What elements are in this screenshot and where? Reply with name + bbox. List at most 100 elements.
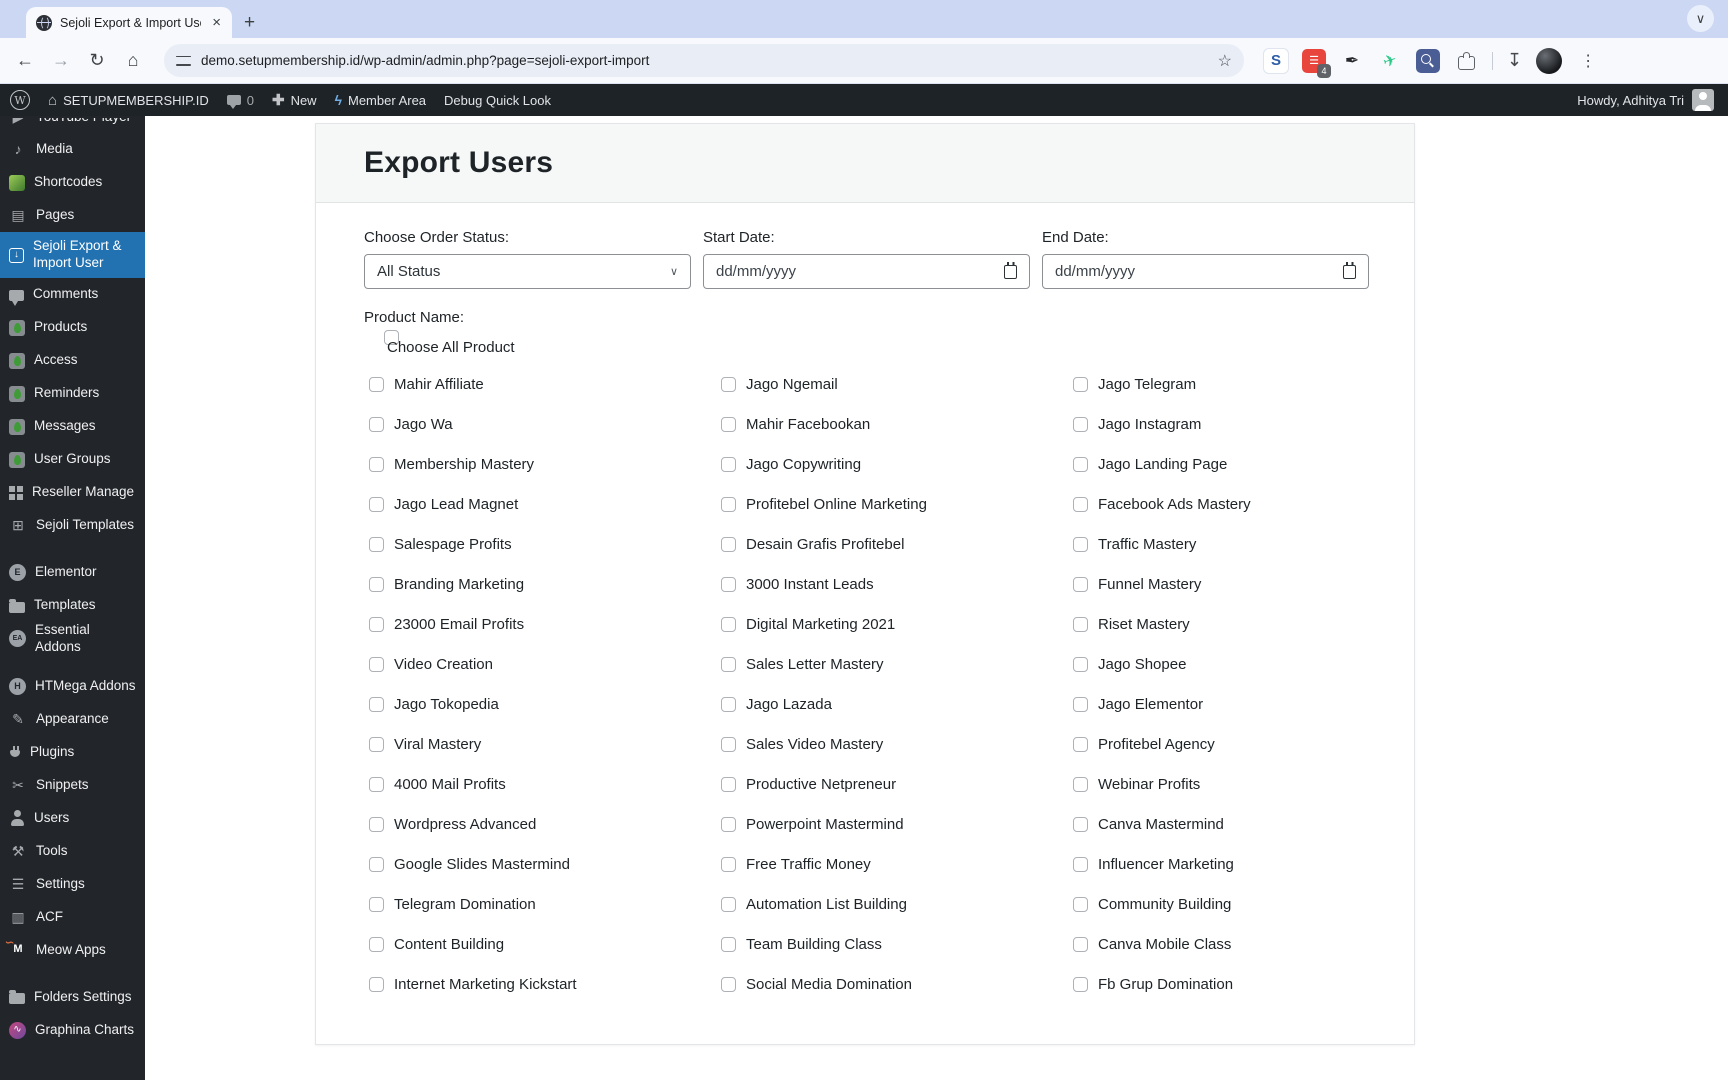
sidebar-item-shortcodes[interactable]: Shortcodes bbox=[0, 166, 145, 199]
sidebar-item-elementor[interactable]: E Elementor bbox=[0, 556, 145, 589]
product-item-membership-mastery[interactable]: Membership Mastery bbox=[364, 444, 716, 484]
sidebar-item-meow-apps[interactable]: M Meow Apps bbox=[0, 934, 145, 967]
admin-bar-comments[interactable]: 0 bbox=[226, 93, 254, 109]
product-item-wordpress-advanced[interactable]: Wordpress Advanced bbox=[364, 804, 716, 844]
product-checkbox[interactable] bbox=[369, 616, 384, 632]
sidebar-item-folders-settings[interactable]: Folders Settings bbox=[0, 981, 145, 1014]
product-checkbox[interactable] bbox=[721, 696, 736, 712]
home-icon[interactable]: ⌂ bbox=[122, 50, 144, 71]
product-item-profitebel-online-marketing[interactable]: Profitebel Online Marketing bbox=[716, 484, 1068, 524]
product-checkbox[interactable] bbox=[1073, 816, 1088, 832]
product-checkbox[interactable] bbox=[721, 776, 736, 792]
product-item-digital-marketing-2021[interactable]: Digital Marketing 2021 bbox=[716, 604, 1068, 644]
product-item-facebook-ads-mastery[interactable]: Facebook Ads Mastery bbox=[1068, 484, 1420, 524]
product-item-mahir-affiliate[interactable]: Mahir Affiliate bbox=[364, 364, 716, 404]
product-checkbox[interactable] bbox=[1073, 456, 1088, 472]
sidebar-item-media[interactable]: ♪ Media bbox=[0, 133, 145, 166]
product-item-jago-lead-magnet[interactable]: Jago Lead Magnet bbox=[364, 484, 716, 524]
tab-search-chevron-icon[interactable]: ∨ bbox=[1687, 5, 1714, 32]
product-item-sales-letter-mastery[interactable]: Sales Letter Mastery bbox=[716, 644, 1068, 684]
product-item-jago-shopee[interactable]: Jago Shopee bbox=[1068, 644, 1420, 684]
product-checkbox[interactable] bbox=[369, 776, 384, 792]
end-date-input[interactable]: dd/mm/yyyy bbox=[1042, 254, 1369, 289]
product-item-team-building-class[interactable]: Team Building Class bbox=[716, 924, 1068, 964]
product-checkbox[interactable] bbox=[369, 376, 384, 392]
product-item-mahir-facebookan[interactable]: Mahir Facebookan bbox=[716, 404, 1068, 444]
product-item-jago-telegram[interactable]: Jago Telegram bbox=[1068, 364, 1420, 404]
admin-bar-new[interactable]: ✚ New bbox=[272, 91, 317, 109]
product-item-google-slides-mastermind[interactable]: Google Slides Mastermind bbox=[364, 844, 716, 884]
forward-icon[interactable]: → bbox=[50, 50, 72, 71]
sidebar-item-graphina-charts[interactable]: ∿ Graphina Charts bbox=[0, 1014, 145, 1047]
product-item-funnel-mastery[interactable]: Funnel Mastery bbox=[1068, 564, 1420, 604]
product-item-traffic-mastery[interactable]: Traffic Mastery bbox=[1068, 524, 1420, 564]
product-checkbox[interactable] bbox=[721, 376, 736, 392]
product-checkbox[interactable] bbox=[721, 496, 736, 512]
product-checkbox[interactable] bbox=[1073, 496, 1088, 512]
product-checkbox[interactable] bbox=[369, 456, 384, 472]
order-status-select[interactable]: All Status ∨ bbox=[364, 254, 691, 289]
sidebar-item-products[interactable]: Products bbox=[0, 311, 145, 344]
product-checkbox[interactable] bbox=[1073, 936, 1088, 952]
sidebar-item-messages[interactable]: Messages bbox=[0, 410, 145, 443]
sidebar-item-appearance[interactable]: ✎ Appearance bbox=[0, 703, 145, 736]
product-checkbox[interactable] bbox=[721, 456, 736, 472]
product-item-webinar-profits[interactable]: Webinar Profits bbox=[1068, 764, 1420, 804]
product-item-profitebel-agency[interactable]: Profitebel Agency bbox=[1068, 724, 1420, 764]
sidebar-item-acf[interactable]: ▥ ACF bbox=[0, 901, 145, 934]
sidebar-item-pages[interactable]: ▤ Pages bbox=[0, 199, 145, 232]
tab-close-icon[interactable]: × bbox=[209, 15, 224, 30]
wp-logo[interactable]: W bbox=[10, 90, 30, 110]
sidebar-item-templates[interactable]: Templates bbox=[0, 589, 145, 622]
product-checkbox[interactable] bbox=[721, 936, 736, 952]
sidebar-item-user-groups[interactable]: User Groups bbox=[0, 443, 145, 476]
product-checkbox[interactable] bbox=[1073, 536, 1088, 552]
calendar-icon[interactable] bbox=[1343, 261, 1356, 279]
browser-tab[interactable]: Sejoli Export & Import User ‹ × bbox=[26, 7, 232, 38]
new-tab-button[interactable]: + bbox=[244, 12, 255, 38]
admin-bar-howdy[interactable]: Howdy, Adhitya Tri bbox=[1577, 93, 1684, 108]
product-item-canva-mastermind[interactable]: Canva Mastermind bbox=[1068, 804, 1420, 844]
admin-bar-site-name[interactable]: ⌂ SETUPMEMBERSHIP.ID bbox=[48, 92, 209, 109]
product-checkbox[interactable] bbox=[1073, 696, 1088, 712]
product-checkbox[interactable] bbox=[369, 976, 384, 992]
product-checkbox[interactable] bbox=[369, 896, 384, 912]
product-checkbox[interactable] bbox=[369, 936, 384, 952]
product-checkbox[interactable] bbox=[721, 416, 736, 432]
extensions-puzzle-icon[interactable] bbox=[1454, 49, 1478, 73]
product-checkbox[interactable] bbox=[369, 656, 384, 672]
product-checkbox[interactable] bbox=[369, 856, 384, 872]
product-checkbox[interactable] bbox=[1073, 656, 1088, 672]
product-checkbox[interactable] bbox=[721, 896, 736, 912]
sidebar-item-tools[interactable]: ⚒ Tools bbox=[0, 835, 145, 868]
product-item-4000-mail-profits[interactable]: 4000 Mail Profits bbox=[364, 764, 716, 804]
product-checkbox[interactable] bbox=[1073, 376, 1088, 392]
product-checkbox[interactable] bbox=[721, 656, 736, 672]
product-item-fb-grup-domination[interactable]: Fb Grup Domination bbox=[1068, 964, 1420, 1004]
product-checkbox[interactable] bbox=[369, 536, 384, 552]
sidebar-item-sejoli-templates[interactable]: ⊞ Sejoli Templates bbox=[0, 509, 145, 542]
user-avatar[interactable] bbox=[1692, 89, 1714, 111]
product-item-social-media-domination[interactable]: Social Media Domination bbox=[716, 964, 1068, 1004]
sidebar-item-sejoli-export-import-user[interactable]: ↓ Sejoli Export & Import User bbox=[0, 232, 145, 278]
product-item-jago-elementor[interactable]: Jago Elementor bbox=[1068, 684, 1420, 724]
product-item-canva-mobile-class[interactable]: Canva Mobile Class bbox=[1068, 924, 1420, 964]
product-item-sales-video-mastery[interactable]: Sales Video Mastery bbox=[716, 724, 1068, 764]
product-checkbox[interactable] bbox=[721, 816, 736, 832]
product-checkbox[interactable] bbox=[369, 696, 384, 712]
product-checkbox[interactable] bbox=[369, 816, 384, 832]
product-item-video-creation[interactable]: Video Creation bbox=[364, 644, 716, 684]
product-checkbox[interactable] bbox=[369, 736, 384, 752]
admin-bar-member-area[interactable]: ϟ Member Area bbox=[335, 92, 426, 108]
product-item-automation-list-building[interactable]: Automation List Building bbox=[716, 884, 1068, 924]
sidebar-item-youtube-player[interactable]: ▶ YouTube Player bbox=[0, 118, 145, 133]
product-item-influencer-marketing[interactable]: Influencer Marketing bbox=[1068, 844, 1420, 884]
product-checkbox[interactable] bbox=[721, 576, 736, 592]
reload-icon[interactable]: ↻ bbox=[86, 50, 108, 71]
product-checkbox[interactable] bbox=[1073, 776, 1088, 792]
product-item-productive-netpreneur[interactable]: Productive Netpreneur bbox=[716, 764, 1068, 804]
url-bar[interactable]: demo.setupmembership.id/wp-admin/admin.p… bbox=[164, 44, 1244, 77]
product-item-free-traffic-money[interactable]: Free Traffic Money bbox=[716, 844, 1068, 884]
extension-eyedropper-icon[interactable]: ✒ bbox=[1340, 49, 1364, 73]
product-checkbox[interactable] bbox=[1073, 856, 1088, 872]
